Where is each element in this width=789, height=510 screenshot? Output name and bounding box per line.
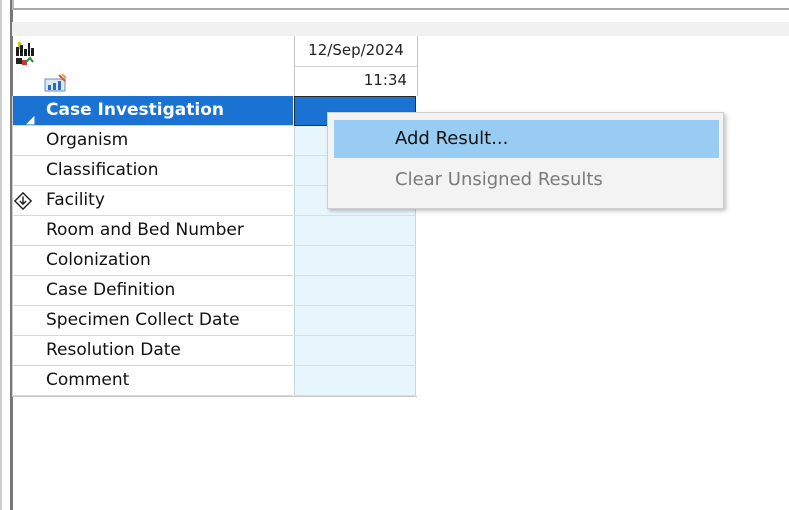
result-cell[interactable] [294, 366, 416, 396]
column-time: 11:34 [363, 71, 407, 89]
result-cell[interactable] [294, 306, 416, 336]
result-cell[interactable] [294, 246, 416, 276]
table-row[interactable]: Specimen Collect Date [12, 306, 417, 336]
header-icon-area [12, 36, 294, 96]
table-row[interactable]: Case Definition [12, 276, 417, 306]
column-date: 12/Sep/2024 [308, 41, 404, 59]
results-chart-icon[interactable] [16, 40, 46, 66]
grid-border-left [12, 96, 13, 396]
menu-item-clear-unsigned-results: Clear Unsigned Results [395, 169, 603, 190]
row-label-text: Case Investigation [46, 100, 225, 120]
row-label[interactable]: Colonization [12, 246, 293, 276]
row-label[interactable]: Facility [12, 186, 293, 216]
row-label[interactable]: Case Definition [12, 276, 293, 306]
grid-border-bottom [12, 396, 417, 397]
top-panel [12, 0, 789, 10]
graph-icon[interactable] [44, 74, 68, 92]
context-menu: Add Result... Clear Unsigned Results [327, 112, 724, 209]
row-label[interactable]: Classification [12, 156, 293, 186]
facility-location-icon [14, 192, 32, 210]
table-row[interactable]: Resolution Date [12, 336, 417, 366]
grid-header: 12/Sep/2024 11:34 [12, 36, 418, 96]
menu-item-add-result[interactable]: Add Result... [334, 120, 719, 158]
table-row[interactable]: Comment [12, 366, 417, 396]
row-label[interactable]: Organism [12, 126, 293, 156]
row-label[interactable]: Specimen Collect Date [12, 306, 293, 336]
result-cell[interactable] [294, 336, 416, 366]
result-cell[interactable] [294, 216, 416, 246]
header-divider [295, 66, 417, 67]
row-label-text: Facility [46, 190, 105, 210]
table-row[interactable]: Colonization [12, 246, 417, 276]
toolbar-band [12, 22, 789, 36]
row-label[interactable]: ◢ Case Investigation [12, 96, 293, 126]
row-label[interactable]: Comment [12, 366, 293, 396]
row-label[interactable]: Room and Bed Number [12, 216, 293, 246]
result-cell[interactable] [294, 276, 416, 306]
row-label[interactable]: Resolution Date [12, 336, 293, 366]
result-column-header[interactable]: 12/Sep/2024 11:34 [294, 36, 418, 96]
table-row[interactable]: Room and Bed Number [12, 216, 417, 246]
window-edge [0, 0, 2, 510]
